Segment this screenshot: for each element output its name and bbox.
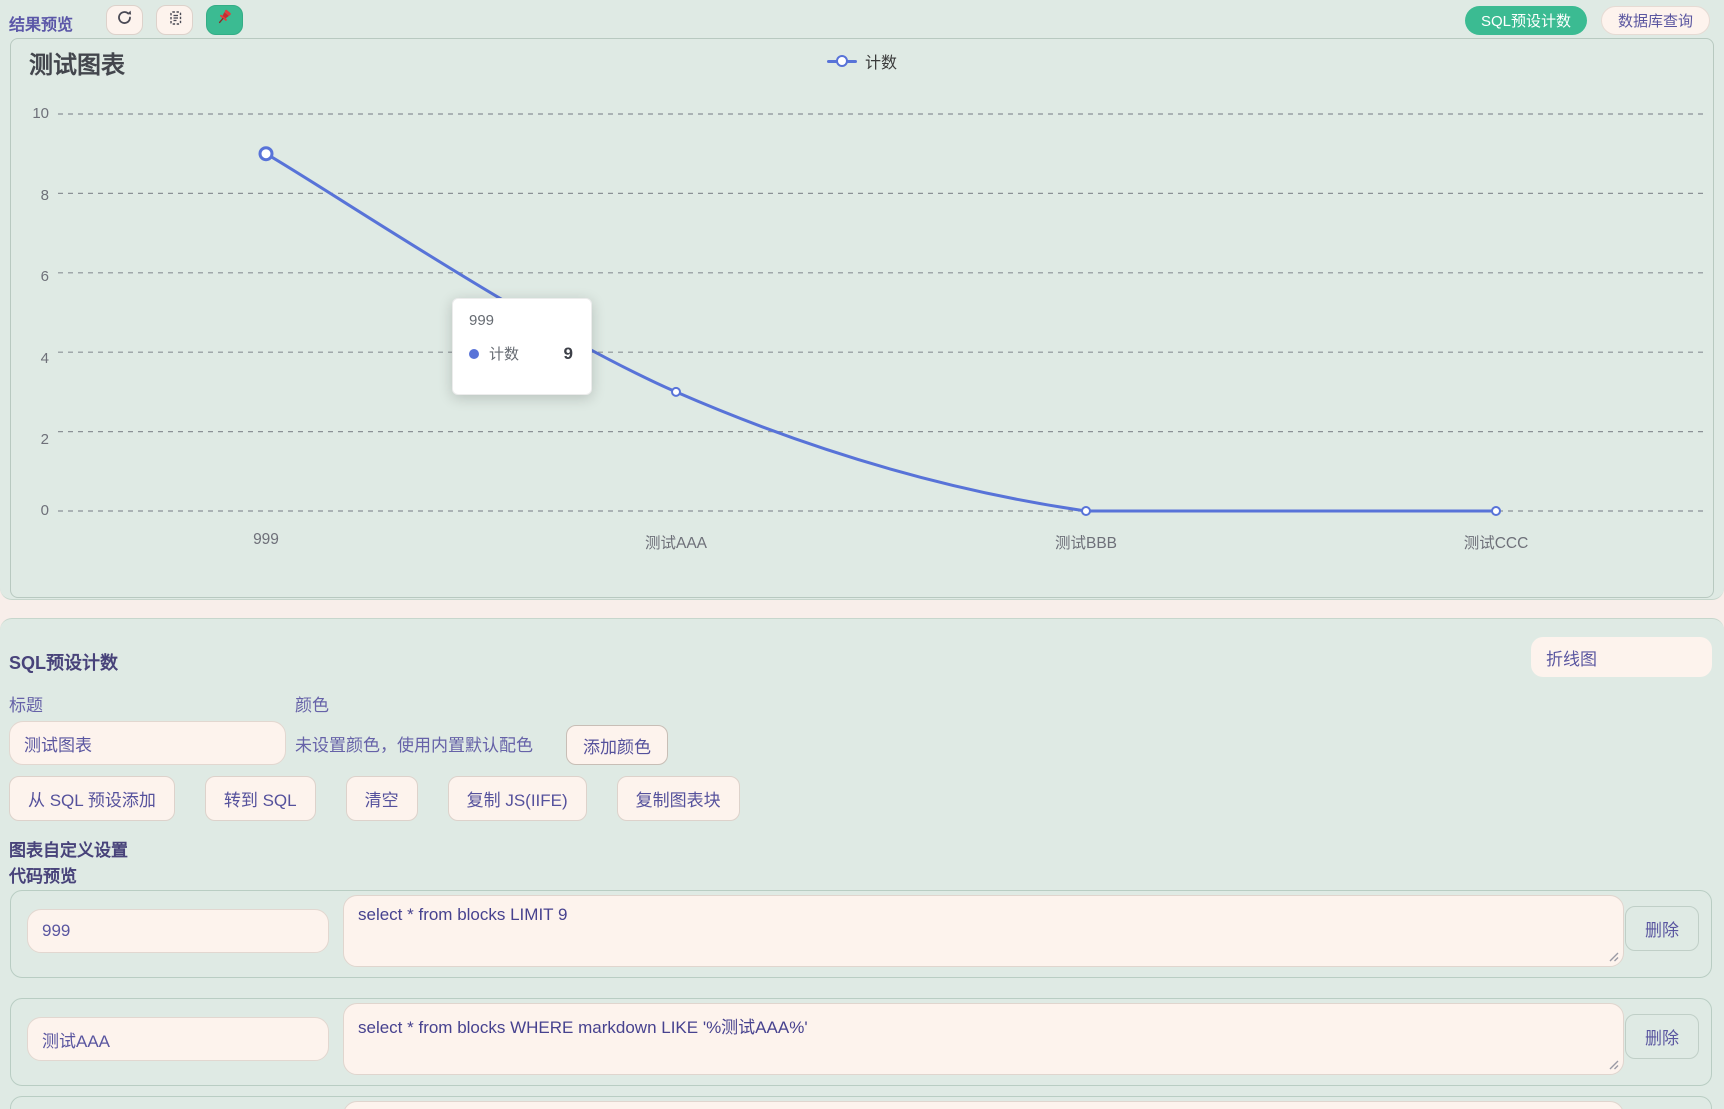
tooltip-header: 999 <box>469 312 495 329</box>
row-sql-textarea[interactable]: select * from blocks WHERE markdown LIKE… <box>343 1003 1624 1075</box>
row-name-input[interactable] <box>27 1017 329 1061</box>
pin-button[interactable] <box>206 5 243 35</box>
data-point[interactable] <box>671 386 681 397</box>
x-label: 测试AAA <box>644 535 707 552</box>
add-color-button[interactable]: 添加颜色 <box>566 725 668 765</box>
row-sql-textarea[interactable] <box>343 1101 1624 1109</box>
custom-settings-heading: 图表自定义设置 <box>9 841 128 860</box>
tooltip-series: 计数 <box>489 346 520 363</box>
result-preview-panel: 结果预览 SQL预设计数 数据库查询 测试图表 计数 10 8 6 4 2 0 … <box>0 0 1724 600</box>
refresh-icon <box>116 9 133 31</box>
pin-icon <box>216 9 234 32</box>
title-input[interactable] <box>9 721 286 765</box>
series-line <box>264 152 1498 513</box>
color-hint: 未设置颜色，使用内置默认配色 <box>295 735 533 755</box>
color-label: 颜色 <box>295 696 329 715</box>
gridlines <box>58 113 1703 512</box>
delete-row-button[interactable]: 删除 <box>1625 906 1699 951</box>
refresh-button[interactable] <box>106 5 143 35</box>
chart-type-select[interactable]: 折线图 <box>1531 637 1712 677</box>
page: { "toolbar": { "title": "结果预览", "sql_pre… <box>0 0 1724 1109</box>
line-chart[interactable] <box>11 39 1713 597</box>
chart-card: 测试图表 计数 10 8 6 4 2 0 999 测试AAA 测试BBB 测试C… <box>10 38 1714 598</box>
sql-row: select * from blocks LIMIT 9 删除 <box>10 890 1712 978</box>
db-query-pill[interactable]: 数据库查询 <box>1600 6 1710 35</box>
delete-row-button[interactable]: 删除 <box>1625 1014 1699 1059</box>
copy-chart-block-button[interactable]: 复制图表块 <box>616 776 740 821</box>
copy-icon <box>167 10 183 31</box>
sql-row: 删除 <box>10 1096 1712 1109</box>
x-label: 测试BBB <box>1054 535 1117 552</box>
code-preview-heading: 代码预览 <box>9 867 77 886</box>
series-dot-icon <box>469 348 479 359</box>
copy-js-iife-button[interactable]: 复制 JS(IIFE) <box>447 776 587 821</box>
sql-preset-pill[interactable]: SQL预设计数 <box>1464 6 1587 35</box>
x-label: 测试CCC <box>1463 535 1529 552</box>
title-label: 标题 <box>9 696 43 715</box>
panel-title: 结果预览 <box>9 17 74 34</box>
go-to-sql-button[interactable]: 转到 SQL <box>204 776 316 821</box>
data-point[interactable] <box>1081 506 1091 516</box>
x-label: 999 <box>253 531 279 548</box>
copy-button[interactable] <box>156 5 193 35</box>
tooltip-value: 9 <box>563 343 573 363</box>
row-sql-textarea[interactable]: select * from blocks LIMIT 9 <box>343 895 1624 967</box>
data-point[interactable] <box>1491 506 1501 516</box>
section-heading: SQL预设计数 <box>9 653 119 673</box>
clear-button[interactable]: 清空 <box>345 776 418 821</box>
chart-tooltip: 999 计数 9 <box>452 298 592 395</box>
actions-row: 从 SQL 预设添加 转到 SQL 清空 复制 JS(IIFE) 复制图表块 <box>9 776 740 821</box>
sql-preset-settings-panel: SQL预设计数 折线图 标题 颜色 未设置颜色，使用内置默认配色 添加颜色 从 … <box>0 618 1724 1109</box>
sql-row: select * from blocks WHERE markdown LIKE… <box>10 998 1712 1086</box>
data-point[interactable] <box>258 146 274 162</box>
add-from-sql-preset-button[interactable]: 从 SQL 预设添加 <box>9 776 175 821</box>
row-name-input[interactable] <box>27 909 329 953</box>
